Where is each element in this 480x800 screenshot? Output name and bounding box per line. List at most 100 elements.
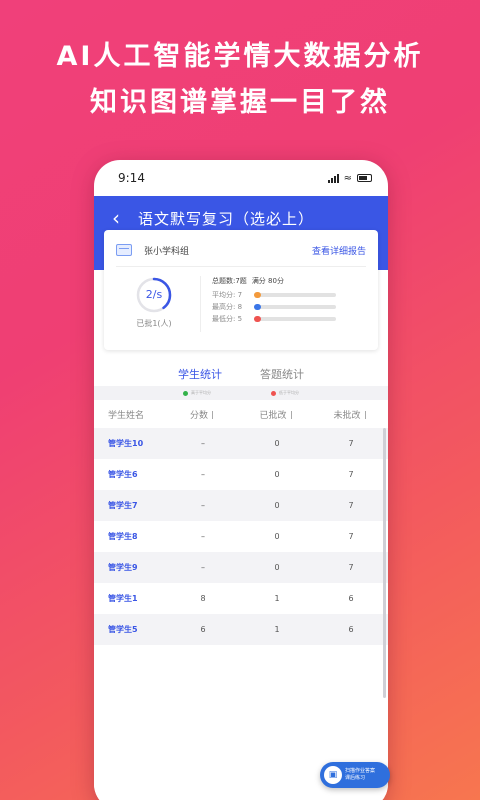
sort-icon (212, 411, 216, 419)
scan-icon: ▣ (324, 766, 342, 784)
ungraded-count: 7 (348, 439, 354, 448)
graded-count: 0 (274, 439, 280, 448)
student-score: 6 (200, 625, 206, 634)
student-score: 8 (200, 594, 206, 603)
ungraded-count: 7 (348, 501, 354, 510)
table-row[interactable]: 管学生7 – 0 7 (94, 490, 388, 521)
status-icons: ≈ (327, 172, 372, 184)
total-questions: 总题数:7题 (212, 277, 247, 285)
legend-above-average: 高于平均分 (183, 390, 211, 396)
graded-count: 0 (274, 501, 280, 510)
graded-count: 0 (274, 563, 280, 572)
signal-icon (327, 173, 339, 183)
ungraded-count: 6 (348, 594, 354, 603)
ungraded-count: 7 (348, 563, 354, 572)
student-name[interactable]: 管学生10 (94, 438, 166, 449)
table-row[interactable]: 管学生6 – 0 7 (94, 459, 388, 490)
report-content: 张小学科组 查看详细报告 2/s 已批1(人) 总题数:7题 满分 80分 平均… (94, 230, 388, 800)
stat-bar (254, 304, 336, 310)
legend-label: 高于平均分 (191, 390, 211, 395)
scan-homework-button[interactable]: ▣ 扫描作业答案 课后练习 (320, 762, 390, 788)
student-score: – (201, 563, 205, 572)
header-ungraded-label: 未批改 (333, 410, 361, 421)
ungraded-count: 7 (348, 470, 354, 479)
table-row[interactable]: 管学生1 8 1 6 (94, 583, 388, 614)
view-detail-report-link[interactable]: 查看详细报告 (312, 244, 366, 257)
progress-ring-value: 2/s (145, 288, 163, 301)
student-name[interactable]: 管学生5 (94, 624, 166, 635)
table-row[interactable]: 管学生8 – 0 7 (94, 521, 388, 552)
stat-bar-fill (254, 304, 261, 310)
student-name[interactable]: 管学生7 (94, 500, 166, 511)
stat-row-min: 最低分: 5 (212, 313, 362, 325)
scan-button-line1: 扫描作业答案 (345, 768, 376, 774)
table-row[interactable]: 管学生10 – 0 7 (94, 428, 388, 459)
tab-bar: 学生统计 答题统计 (94, 360, 388, 390)
stat-label: 平均分: 7 (212, 291, 243, 299)
stat-bar-fill (254, 292, 261, 298)
scan-button-line2: 课后练习 (345, 775, 366, 781)
student-name[interactable]: 管学生9 (94, 562, 166, 573)
header-score[interactable]: 分数 (166, 408, 240, 421)
tab-student-stats[interactable]: 学生统计 (178, 360, 222, 390)
tab-answer-stats[interactable]: 答题统计 (260, 360, 304, 388)
stat-label: 最高分: 8 (212, 303, 243, 311)
card-divider (116, 266, 366, 267)
ungraded-count: 6 (348, 625, 354, 634)
full-score: 满分 80分 (251, 277, 284, 285)
student-name[interactable]: 管学生6 (94, 469, 166, 480)
header-score-label: 分数 (189, 410, 208, 421)
stat-row-max: 最高分: 8 (212, 301, 362, 313)
sort-icon (364, 411, 369, 419)
summary-card: 张小学科组 查看详细报告 2/s 已批1(人) 总题数:7题 满分 80分 平均… (104, 230, 378, 350)
sort-icon (290, 411, 295, 419)
header-ungraded[interactable]: 未批改 (314, 408, 388, 421)
graded-count: 0 (274, 532, 280, 541)
legend-strip: 高于平均分 低于平均分 (94, 386, 388, 400)
student-name[interactable]: 管学生8 (94, 531, 166, 542)
group-name: 张小学科组 (144, 246, 190, 257)
legend-label: 低于平均分 (279, 390, 299, 395)
promo-subheadline: 知识图谱掌握一目了然 (90, 87, 390, 118)
class-group-icon (116, 244, 132, 256)
vertical-divider (200, 276, 201, 332)
table-header: 学生姓名 分数 已批改 未批改 (94, 402, 388, 426)
student-table: 管学生10 – 0 7 管学生6 – 0 7 管学生7 – 0 7 管学生8 –… (94, 428, 388, 645)
stat-row-average: 平均分: 7 (212, 289, 362, 301)
red-dot-icon (271, 390, 276, 396)
student-score: – (201, 470, 205, 479)
scan-button-text: 扫描作业答案 课后练习 (345, 768, 385, 782)
legend-below-average: 低于平均分 (271, 390, 299, 396)
table-row[interactable]: 管学生9 – 0 7 (94, 552, 388, 583)
promo-headline: AI人工智能学情大数据分析 (56, 41, 424, 72)
green-dot-icon (183, 390, 188, 396)
student-score: – (201, 439, 205, 448)
status-bar: 9:14 ≈ (94, 160, 388, 196)
graded-count: 1 (274, 625, 280, 634)
stat-bar-fill (254, 316, 261, 322)
stat-label: 最低分: 5 (212, 315, 243, 323)
phone-frame: 9:14 ≈ ‹ 语文默写复习（选必上） 张小学科组 查看详细报告 2/s 已批… (94, 160, 388, 800)
group-row: 张小学科组 查看详细报告 (116, 240, 366, 260)
ungraded-count: 7 (348, 532, 354, 541)
header-graded-label: 已批改 (259, 410, 287, 421)
page-title: 语文默写复习（选必上） (138, 209, 315, 228)
student-score: – (201, 532, 205, 541)
graded-count: 1 (274, 594, 280, 603)
header-student-name: 学生姓名 (108, 410, 145, 421)
table-row[interactable]: 管学生5 6 1 6 (94, 614, 388, 645)
progress-ring-label: 已批1(人) (136, 319, 172, 328)
battery-icon (357, 174, 372, 182)
stat-bar (254, 316, 336, 322)
back-arrow-icon[interactable]: ‹ (94, 206, 138, 230)
header-graded[interactable]: 已批改 (240, 408, 314, 421)
graded-count: 0 (274, 470, 280, 479)
score-stats: 总题数:7题 满分 80分 平均分: 7 最高分: 8 最低分: 5 (212, 276, 362, 325)
student-name[interactable]: 管学生1 (94, 593, 166, 604)
student-score: – (201, 501, 205, 510)
stat-bar (254, 292, 336, 298)
scrollbar[interactable] (383, 428, 386, 698)
wifi-icon: ≈ (343, 172, 352, 184)
stats-header: 总题数:7题 满分 80分 (212, 276, 362, 286)
status-time: 9:14 (118, 171, 145, 185)
